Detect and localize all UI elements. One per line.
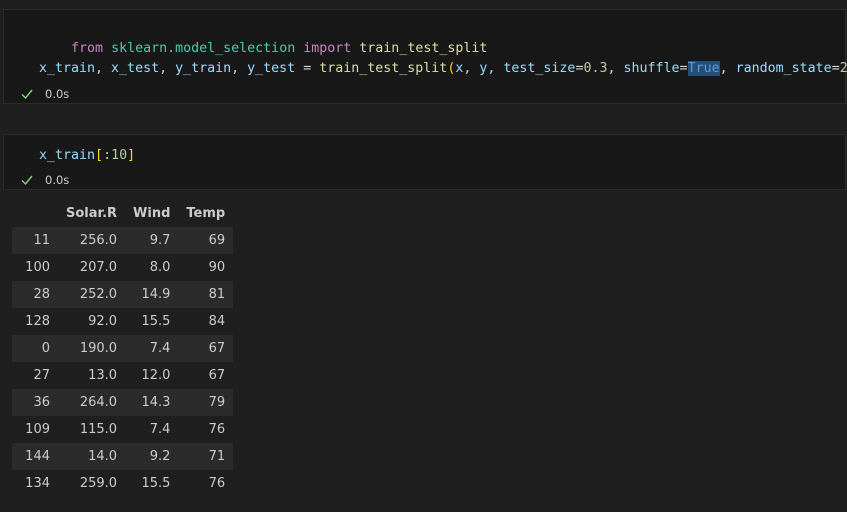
cell-wind: 14.3	[125, 389, 179, 416]
column-header-index	[12, 200, 58, 227]
check-icon	[21, 175, 33, 186]
table-row: 28 252.0 14.9 81	[12, 281, 234, 308]
row-index: 28	[12, 281, 58, 308]
table-row: 27 13.0 12.0 67	[12, 362, 234, 389]
cell-wind: 9.2	[125, 443, 179, 470]
cell-2-status: 0.0s	[20, 172, 69, 188]
row-index: 27	[12, 362, 58, 389]
code-cell-1[interactable]: from sklearn.model_selection import trai…	[3, 9, 847, 104]
imported-name: train_test_split	[359, 41, 488, 56]
cell-temp: 69	[178, 227, 234, 254]
cell-temp: 81	[178, 281, 234, 308]
slice-expr: :10	[103, 148, 128, 163]
cell-temp: 90	[178, 254, 234, 281]
row-index: 144	[12, 443, 58, 470]
cell-output: Solar.R Wind Temp 11 256.0 9.7 69 100 207.0 8…	[12, 200, 234, 497]
cell-temp: 67	[178, 362, 234, 389]
table-row: 0 190.0 7.4 67	[12, 335, 234, 362]
cell-solar: 207.0	[58, 254, 126, 281]
cell-temp: 76	[178, 470, 234, 497]
execution-time: 0.0s	[45, 87, 70, 101]
table-row: 134 259.0 15.5 76	[12, 470, 234, 497]
slice-variable: x_train	[39, 148, 96, 163]
module-name: sklearn.model_selection	[111, 41, 296, 56]
row-index: 128	[12, 308, 58, 335]
test-size-value: 0.3	[583, 61, 608, 76]
kwarg-shuffle: shuffle	[623, 61, 680, 76]
cell-temp: 84	[178, 308, 234, 335]
cell-wind: 7.4	[125, 416, 179, 443]
cell-temp: 67	[178, 335, 234, 362]
table-row: 109 115.0 7.4 76	[12, 416, 234, 443]
table-row: 144 14.0 9.2 71	[12, 443, 234, 470]
cell-solar: 264.0	[58, 389, 126, 416]
cell-wind: 9.7	[125, 227, 179, 254]
kwarg-random-state: random_state	[735, 61, 832, 76]
shuffle-value: True	[687, 61, 720, 76]
row-index: 134	[12, 470, 58, 497]
random-state-value: 2	[839, 61, 847, 76]
execution-time: 0.0s	[45, 173, 70, 187]
cell-solar: 256.0	[58, 227, 126, 254]
cell-solar: 190.0	[58, 335, 126, 362]
code-line-slice[interactable]: x_train[:10]	[39, 147, 135, 165]
row-index: 11	[12, 227, 58, 254]
code-line-split[interactable]: x_train, x_test, y_train, y_test = train…	[39, 60, 847, 78]
assign-targets: x_train, x_test, y_train, y_test	[39, 61, 296, 76]
cell-wind: 15.5	[125, 470, 179, 497]
row-index: 100	[12, 254, 58, 281]
cell-temp: 76	[178, 416, 234, 443]
cell-wind: 15.5	[125, 308, 179, 335]
bracket-open: [	[95, 148, 104, 163]
cell-1-status: 0.0s	[20, 86, 69, 102]
table-row: 11 256.0 9.7 69	[12, 227, 234, 254]
function-call: train_test_split	[319, 61, 448, 76]
cell-solar: 259.0	[58, 470, 126, 497]
dataframe-table: Solar.R Wind Temp 11 256.0 9.7 69 100 207.0 8…	[12, 200, 234, 497]
table-row: 100 207.0 8.0 90	[12, 254, 234, 281]
column-header-wind: Wind	[125, 200, 179, 227]
cell-solar: 13.0	[58, 362, 126, 389]
keyword-import: import	[303, 41, 352, 56]
cell-solar: 252.0	[58, 281, 126, 308]
table-row: 36 264.0 14.3 79	[12, 389, 234, 416]
check-icon	[21, 89, 33, 100]
row-index: 36	[12, 389, 58, 416]
table-row: 128 92.0 15.5 84	[12, 308, 234, 335]
positional-args: x, y,	[455, 61, 504, 76]
column-header-solar: Solar.R	[58, 200, 126, 227]
table-header-row: Solar.R Wind Temp	[12, 200, 234, 227]
row-index: 0	[12, 335, 58, 362]
column-header-temp: Temp	[178, 200, 234, 227]
cell-wind: 7.4	[125, 335, 179, 362]
cell-solar: 14.0	[58, 443, 126, 470]
cell-solar: 115.0	[58, 416, 126, 443]
assign-op: =	[295, 61, 320, 76]
kwarg-test-size: test_size	[503, 61, 576, 76]
row-index: 109	[12, 416, 58, 443]
cell-temp: 71	[178, 443, 234, 470]
cell-wind: 12.0	[125, 362, 179, 389]
code-cell-2[interactable]: x_train[:10] 0.0s	[3, 134, 846, 190]
cell-temp: 79	[178, 389, 234, 416]
cell-solar: 92.0	[58, 308, 126, 335]
cell-wind: 14.9	[125, 281, 179, 308]
cell-wind: 8.0	[125, 254, 179, 281]
bracket-close: ]	[127, 148, 136, 163]
keyword-from: from	[71, 41, 104, 56]
